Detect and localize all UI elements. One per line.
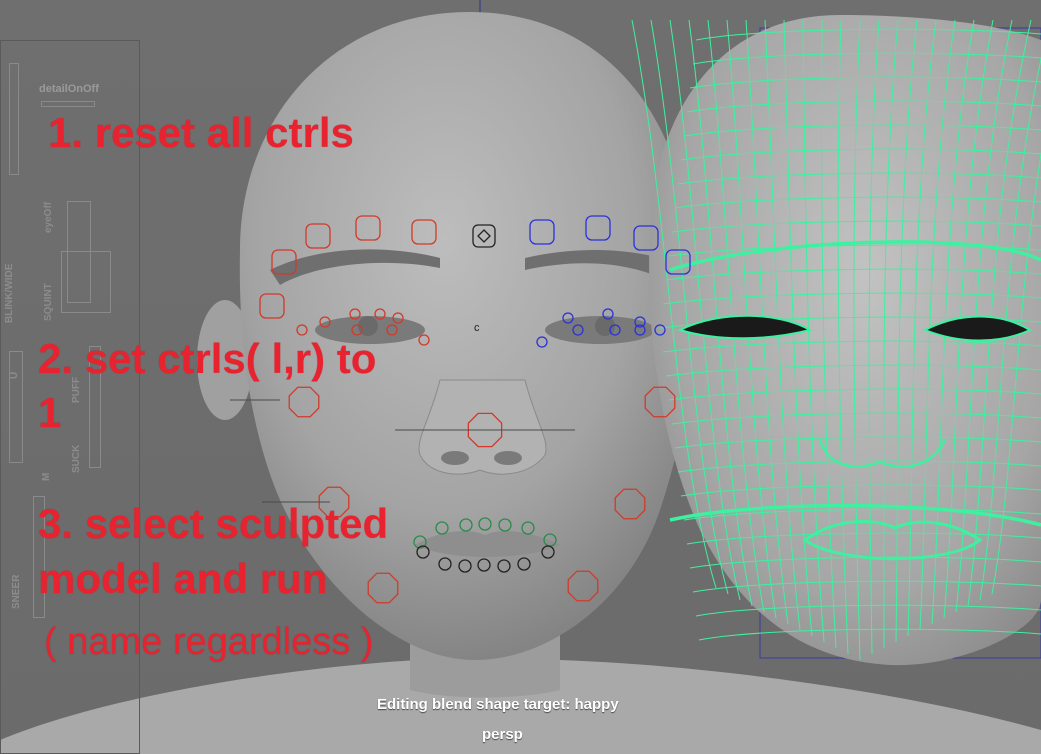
squint-label: SQUINT bbox=[43, 283, 54, 321]
pivot-marker: c bbox=[474, 322, 480, 334]
blink-box[interactable] bbox=[61, 251, 111, 313]
u-label: U bbox=[9, 371, 20, 379]
eyeoff-label: eyeOff bbox=[43, 201, 54, 233]
maya-viewport[interactable]: detailOnOff eyeOff BLINK/WIDE SQUINT PUF… bbox=[0, 0, 1041, 754]
sneer-label: SNEER bbox=[11, 574, 22, 609]
step-2-annotation-line2: 1 bbox=[38, 389, 62, 436]
step-2-annotation-line1: 2. set ctrls( l,r) to bbox=[38, 335, 377, 382]
sculpted-wireframe-head bbox=[631, 15, 1041, 666]
step-3-note: ( name regardless ) bbox=[44, 621, 374, 663]
slider-track[interactable] bbox=[9, 63, 19, 175]
step-3-annotation-line2: model and run bbox=[38, 555, 328, 602]
blend-shape-status: Editing blend shape target: happy bbox=[377, 696, 619, 713]
u-slider[interactable] bbox=[9, 351, 23, 463]
m-label: M bbox=[41, 472, 52, 481]
detail-toggle-label: detailOnOff bbox=[39, 83, 99, 95]
camera-name-label: persp bbox=[482, 726, 523, 743]
step-3-annotation-line1: 3. select sculpted bbox=[38, 500, 389, 547]
step-1-annotation: 1. reset all ctrls bbox=[48, 109, 354, 156]
detail-toggle-slider[interactable] bbox=[41, 101, 95, 107]
blink-wide-label: BLINK/WIDE bbox=[4, 263, 15, 323]
suck-label: SUCK bbox=[71, 444, 82, 473]
